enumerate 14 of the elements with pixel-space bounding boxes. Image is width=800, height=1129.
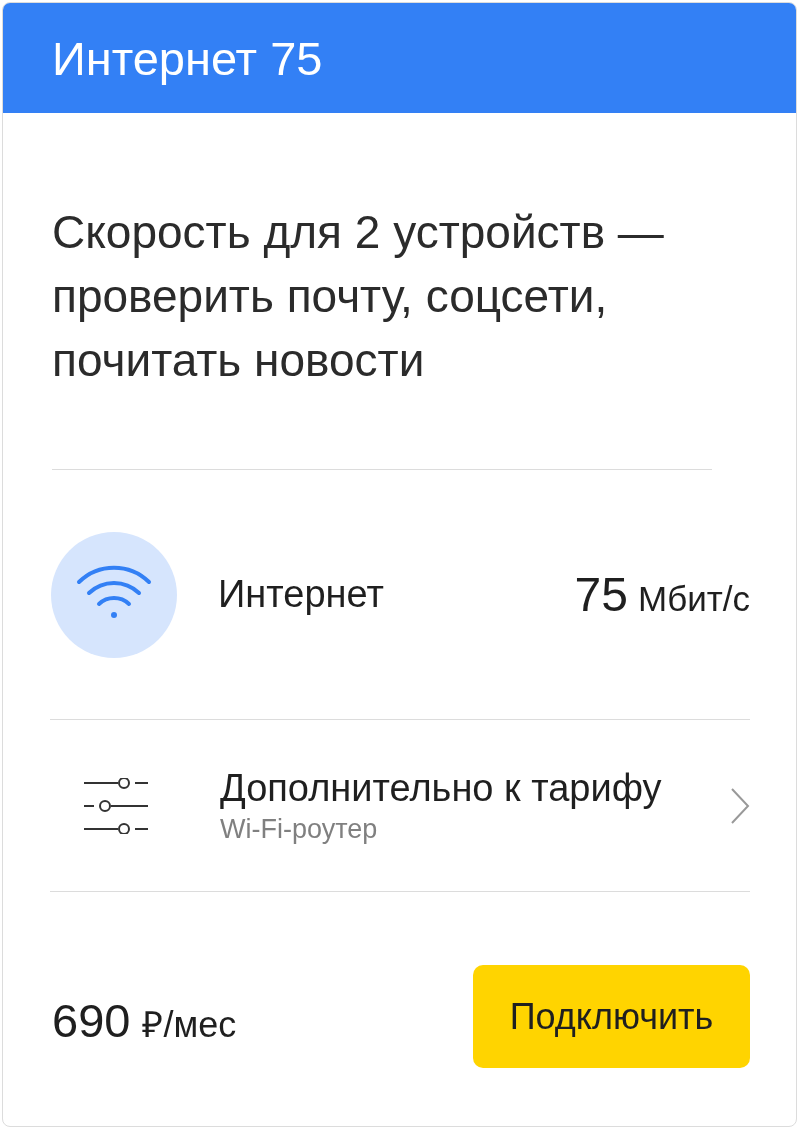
connect-button[interactable]: Подключить: [473, 965, 750, 1068]
speed-unit: Мбит/с: [638, 579, 750, 619]
chevron-right-icon: [730, 786, 750, 825]
sliders-icon: [84, 777, 148, 834]
addon-row[interactable]: Дополнительно к тарифу Wi-Fi-роутер: [50, 720, 750, 892]
wifi-icon: [51, 531, 177, 658]
feature-label: Интернет: [218, 573, 385, 616]
price-amount: 690: [52, 993, 131, 1048]
speed-value: 75: [574, 567, 628, 622]
card-title: Интернет 75: [52, 30, 323, 86]
price-unit: ₽/мес: [142, 1003, 237, 1047]
tariff-description: Скорость для 2 устройств — проверить почту, соцсети, почитать новости: [52, 200, 712, 470]
addon-subtitle: Wi-Fi-роутер: [220, 813, 379, 845]
addon-title: Дополнительно к тарифу: [220, 766, 663, 810]
